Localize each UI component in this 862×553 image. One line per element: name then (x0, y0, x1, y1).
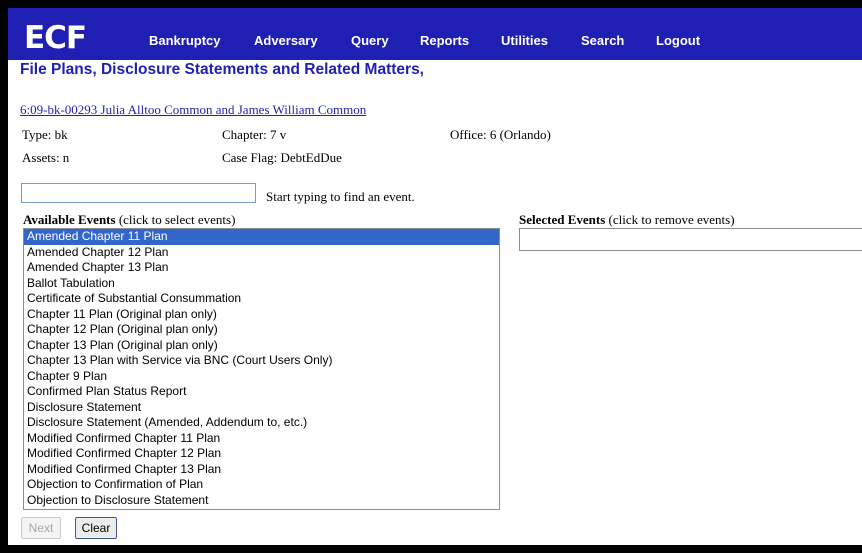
available-event-option[interactable]: Modified Confirmed Chapter 13 Plan (24, 462, 499, 478)
selected-events-label: Selected Events (click to remove events) (519, 212, 735, 228)
available-events-label: Available Events (click to select events… (23, 212, 235, 228)
selected-events-list[interactable] (519, 228, 862, 251)
clear-button[interactable]: Clear (75, 517, 117, 539)
available-event-option[interactable]: Confirmed Plan Status Report (24, 384, 499, 400)
available-event-option[interactable]: Ballot Tabulation (24, 276, 499, 292)
case-assets: Assets: n (22, 150, 70, 165)
available-event-option[interactable]: Chapter 12 Plan (Original plan only) (24, 322, 499, 338)
ecf-logo: ECF (24, 20, 87, 56)
menu-adversary[interactable]: Adversary (254, 33, 318, 48)
available-event-option[interactable]: Objection to Confirmation of Plan (24, 477, 499, 493)
menu-utilities[interactable]: Utilities (501, 33, 548, 48)
menu-logout[interactable]: Logout (656, 33, 700, 48)
top-navbar: ECF Bankruptcy Adversary Query Reports U… (8, 8, 862, 60)
case-type: Type: bk (22, 127, 68, 142)
menu-query[interactable]: Query (351, 33, 389, 48)
available-event-option[interactable]: Chapter 13 Plan with Service via BNC (Co… (24, 353, 499, 369)
page-title: File Plans, Disclosure Statements and Re… (20, 61, 424, 78)
available-event-option[interactable]: Modified Confirmed Chapter 11 Plan (24, 431, 499, 447)
case-flag: Case Flag: DebtEdDue (222, 150, 342, 165)
available-event-option[interactable]: Disclosure Statement (Amended, Addendum … (24, 415, 499, 431)
next-button[interactable]: Next (21, 517, 61, 539)
menu-search[interactable]: Search (581, 33, 624, 48)
menu-bankruptcy[interactable]: Bankruptcy (149, 33, 221, 48)
menu-reports[interactable]: Reports (420, 33, 469, 48)
available-event-option[interactable]: Objection to Disclosure Statement (24, 493, 499, 509)
event-search-input[interactable] (21, 183, 256, 203)
case-chapter: Chapter: 7 v (222, 127, 287, 142)
available-event-option[interactable]: Disclosure Statement (24, 400, 499, 416)
available-event-option[interactable]: Chapter 9 Plan (24, 369, 499, 385)
case-office: Office: 6 (Orlando) (450, 127, 551, 142)
available-event-option[interactable]: Chapter 13 Plan (Original plan only) (24, 338, 499, 354)
available-event-option[interactable]: Amended Chapter 11 Plan (24, 229, 499, 245)
available-events-hint: (click to select events) (115, 212, 236, 227)
event-search-hint: Start typing to find an event. (266, 189, 415, 204)
case-link[interactable]: 6:09-bk-00293 Julia Alltoo Common and Ja… (20, 102, 366, 118)
selected-events-title: Selected Events (519, 212, 606, 227)
available-event-option[interactable]: Modified Confirmed Chapter 12 Plan (24, 446, 499, 462)
available-event-option[interactable]: Amended Chapter 12 Plan (24, 245, 499, 261)
available-events-title: Available Events (23, 212, 116, 227)
available-events-list[interactable]: Amended Chapter 11 Plan Amended Chapter 1… (23, 228, 500, 510)
available-event-option[interactable]: Amended Chapter 13 Plan (24, 260, 499, 276)
available-event-option[interactable]: Chapter 11 Plan (Original plan only) (24, 307, 499, 323)
available-event-option[interactable]: Certificate of Substantial Consummation (24, 291, 499, 307)
selected-events-hint: (click to remove events) (605, 212, 735, 227)
